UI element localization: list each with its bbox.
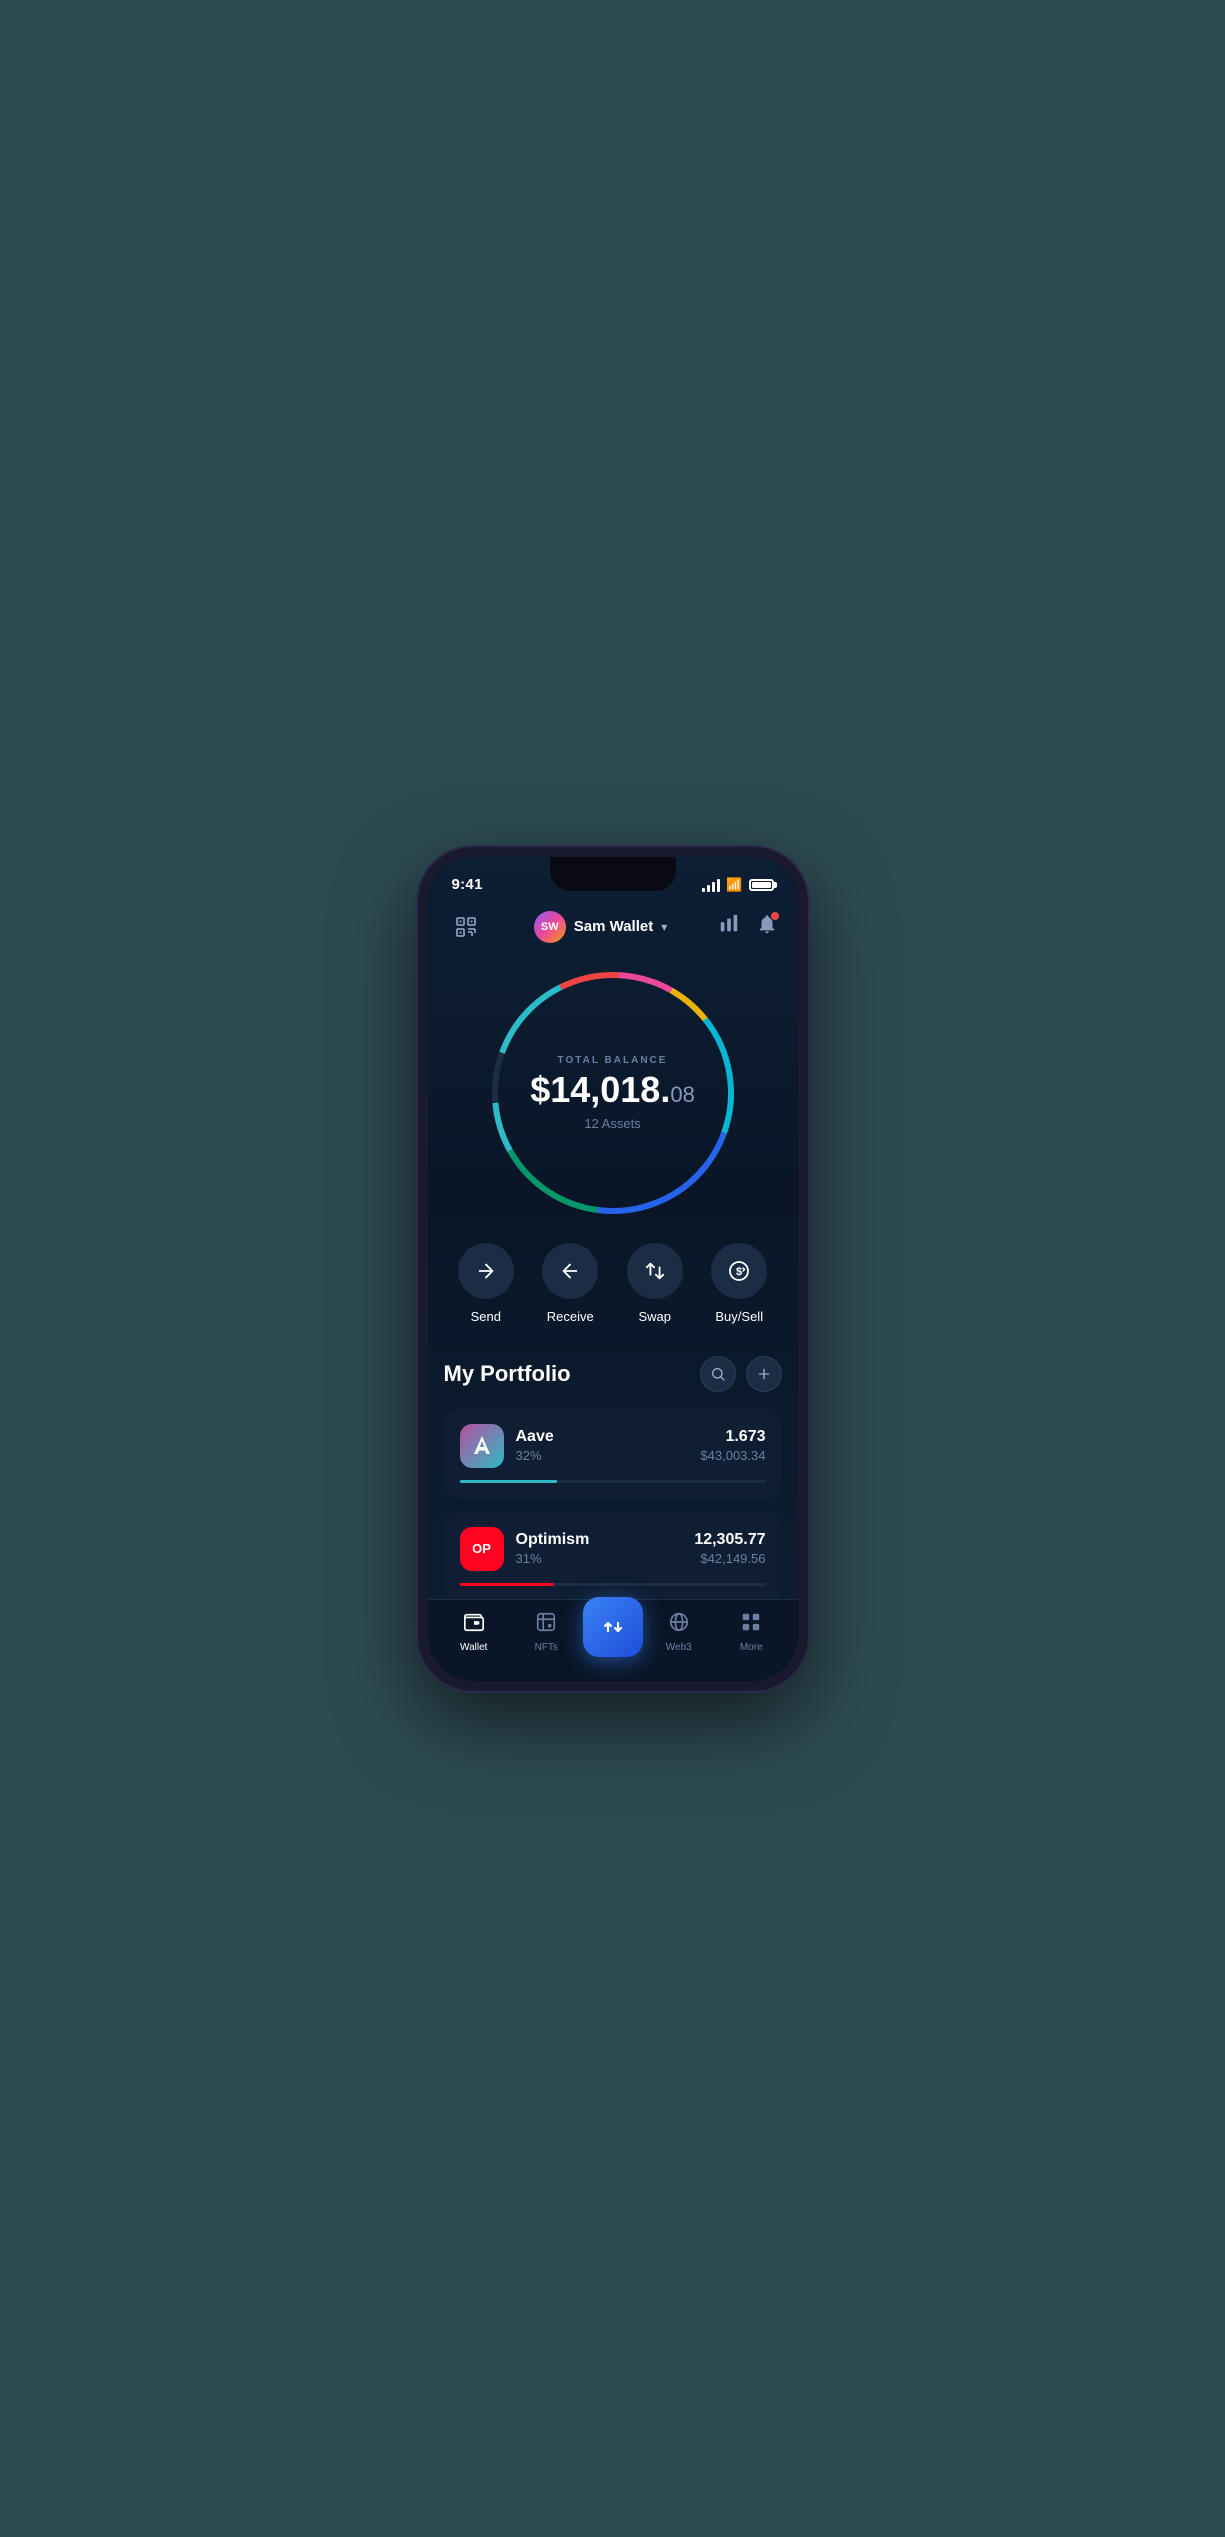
send-icon [475,1260,497,1282]
battery-icon [749,879,774,891]
chevron-down-icon: ▾ [661,920,667,934]
notch [550,857,676,891]
avatar: SW [534,911,566,943]
header-actions [718,913,778,941]
nav-web3[interactable]: Web3 [643,1611,716,1653]
balance-label: TOTAL BALANCE [530,1055,695,1066]
swap-icon [644,1260,666,1282]
optimism-usd: $42,149.56 [694,1551,765,1566]
send-button[interactable]: Send [458,1243,514,1324]
receive-label: Receive [547,1309,594,1324]
aave-icon [470,1434,494,1458]
portfolio-section: My Portfolio [428,1356,798,1602]
portfolio-title: My Portfolio [444,1361,571,1387]
aave-name: Aave [516,1428,689,1446]
bottom-nav: Wallet NFTs [428,1599,798,1681]
optimism-progress-bar [460,1583,766,1586]
more-nav-label: More [740,1642,763,1653]
portfolio-header: My Portfolio [444,1356,782,1392]
swap-button[interactable]: Swap [627,1243,683,1324]
aave-pct: 32% [516,1448,689,1463]
asset-card-optimism[interactable]: OP Optimism 31% 12,305.77 $42,149.56 [444,1511,782,1602]
portfolio-actions [700,1356,782,1392]
nav-center-button[interactable] [583,1597,643,1657]
signal-icon [702,878,720,892]
aave-logo [460,1424,504,1468]
more-nav-icon [740,1611,762,1638]
nav-more[interactable]: More [715,1611,788,1653]
wifi-icon: 📶 [726,877,742,893]
receive-button[interactable]: Receive [542,1243,598,1324]
portfolio-add-button[interactable] [746,1356,782,1392]
nav-nfts[interactable]: NFTs [510,1611,583,1653]
optimism-name: Optimism [516,1531,683,1549]
scan-button[interactable] [448,909,484,945]
balance-amount: $14,018.08 [530,1072,695,1108]
swap-label: Swap [638,1309,671,1324]
aave-amount: 1.673 [700,1428,765,1446]
asset-card-aave[interactable]: Aave 32% 1.673 $43,003.34 [444,1408,782,1499]
balance-section: TOTAL BALANCE $14,018.08 12 Assets [428,963,798,1223]
aave-values: 1.673 $43,003.34 [700,1428,765,1463]
wallet-nav-icon [463,1611,485,1638]
buysell-icon: $ [727,1259,751,1283]
aave-progress-fill [460,1480,558,1483]
chart-button[interactable] [718,913,740,941]
aave-progress-bar [460,1480,766,1483]
add-icon [756,1366,772,1382]
optimism-amount: 12,305.77 [694,1531,765,1549]
web3-nav-label: Web3 [666,1642,692,1653]
nav-wallet[interactable]: Wallet [438,1611,511,1653]
phone-screen: 9:41 📶 [428,857,798,1681]
status-time: 9:41 [452,876,483,893]
nfts-nav-icon [535,1611,557,1638]
send-label: Send [471,1309,501,1324]
center-swap-icon [599,1613,627,1641]
optimism-info: Optimism 31% [516,1531,683,1566]
action-buttons: Send Receive Swap [428,1243,798,1324]
notification-button[interactable] [756,913,778,941]
nfts-nav-label: NFTs [535,1642,558,1653]
balance-assets: 12 Assets [530,1116,695,1131]
phone-frame: 9:41 📶 [418,847,808,1691]
balance-display: TOTAL BALANCE $14,018.08 12 Assets [530,1055,695,1131]
portfolio-search-button[interactable] [700,1356,736,1392]
aave-usd: $43,003.34 [700,1448,765,1463]
wallet-name: Sam Wallet [574,918,653,935]
svg-text:$: $ [736,1266,742,1278]
optimism-pct: 31% [516,1551,683,1566]
buysell-label: Buy/Sell [715,1309,763,1324]
optimism-values: 12,305.77 $42,149.56 [694,1531,765,1566]
wallet-selector[interactable]: SW Sam Wallet ▾ [534,911,668,943]
scan-icon [454,915,478,939]
aave-info: Aave 32% [516,1428,689,1463]
wallet-nav-label: Wallet [460,1642,487,1653]
web3-nav-icon [668,1611,690,1638]
buysell-icon-circle: $ [711,1243,767,1299]
status-icons: 📶 [702,877,773,893]
optimism-logo-text: OP [472,1541,491,1556]
asset-row-optimism: OP Optimism 31% 12,305.77 $42,149.56 [460,1527,766,1571]
balance-circle: TOTAL BALANCE $14,018.08 12 Assets [483,963,743,1223]
search-icon [710,1366,726,1382]
receive-icon [559,1260,581,1282]
asset-row-aave: Aave 32% 1.673 $43,003.34 [460,1424,766,1468]
receive-icon-circle [542,1243,598,1299]
balance-main: $14,018. [530,1069,670,1110]
buysell-button[interactable]: $ Buy/Sell [711,1243,767,1324]
send-icon-circle [458,1243,514,1299]
swap-icon-circle [627,1243,683,1299]
chart-icon [718,913,740,935]
optimism-logo: OP [460,1527,504,1571]
notification-badge [770,911,780,921]
app-header: SW Sam Wallet ▾ [428,901,798,953]
optimism-progress-fill [460,1583,555,1586]
balance-cents: 08 [670,1082,694,1107]
